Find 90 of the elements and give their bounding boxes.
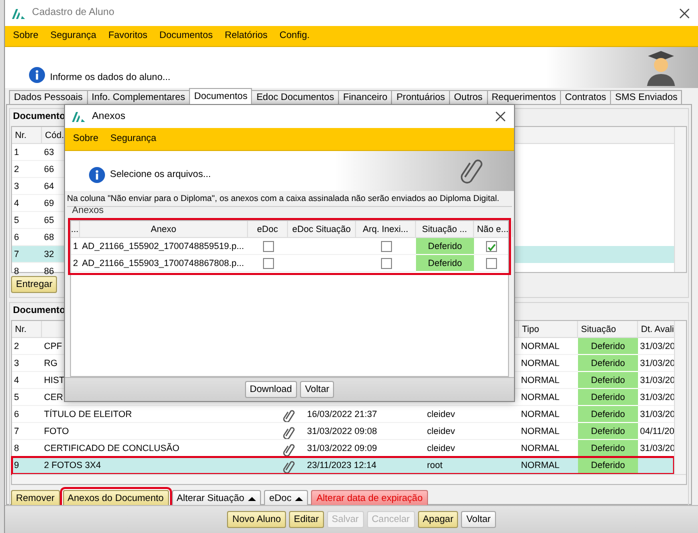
menu-item[interactable]: Config. (280, 30, 310, 42)
table-cell: 6 (12, 406, 42, 423)
checkbox[interactable] (486, 258, 496, 268)
table-cell: AD_21166_155902_1700748859519.p... (80, 238, 248, 255)
status-cell: Deferido (578, 372, 638, 389)
close-icon (495, 111, 506, 122)
button[interactable]: Voltar (300, 381, 334, 398)
check-icon (486, 242, 496, 250)
status-cell: Deferido (578, 355, 638, 372)
button[interactable]: Apagar (418, 511, 458, 528)
table-cell: 4 (12, 372, 42, 389)
table-cell: AD_21166_155903_1700748867808.p... (80, 255, 248, 272)
tab[interactable]: Documentos (189, 88, 252, 104)
status-cell: Deferido (578, 389, 638, 406)
vertical-scrollbar[interactable] (674, 127, 686, 272)
table-cell: 3 (12, 355, 42, 372)
column-header[interactable]: Situação ... (416, 221, 474, 237)
table-cell: cleidev (425, 406, 519, 423)
status-cell: Deferido (578, 423, 638, 440)
info-icon (89, 167, 105, 183)
table-cell: 3 (12, 178, 42, 195)
app-logo-icon (71, 110, 86, 123)
horizontal-scrollbar[interactable] (12, 474, 686, 484)
status-cell: Deferido (416, 238, 474, 255)
table-cell: 7 (12, 423, 42, 440)
table-cell: 2 (71, 255, 80, 272)
table-cell: 5 (12, 212, 42, 229)
table-cell: cleidev (425, 423, 519, 440)
checkbox[interactable] (380, 258, 392, 268)
tab[interactable]: SMS Enviados (610, 90, 682, 104)
table-cell: 2 (12, 338, 42, 355)
note-text: Na coluna "Não enviar para o Diploma", os anexos com a caixa assinalada não serão enviados ao Diploma Digital. (66, 192, 500, 205)
dialog-title: Anexos (92, 110, 126, 122)
app-logo-icon (11, 6, 26, 20)
menu-item[interactable]: Sobre (73, 133, 98, 145)
table-cell: 7 (12, 246, 42, 263)
column-header[interactable]: ... (71, 221, 80, 237)
menu-item[interactable]: Relatórios (224, 30, 268, 42)
table-cell: 31/03/2022 09:08 (305, 423, 425, 440)
menu-item[interactable]: Documentos (159, 30, 213, 42)
info-message: Selecione os arquivos... (110, 169, 211, 181)
group-title: Documento (12, 305, 66, 317)
table-cell: 1 (12, 144, 42, 161)
tab[interactable]: Requerimentos (486, 90, 561, 104)
menu-item[interactable]: Segurança (50, 30, 96, 42)
checkbox[interactable] (262, 258, 274, 268)
status-cell: Deferido (578, 440, 638, 457)
menu-item[interactable]: Favoritos (108, 30, 148, 42)
menu-item[interactable]: Segurança (110, 133, 156, 145)
column-header[interactable]: Nr. (12, 127, 42, 143)
button[interactable]: Novo Aluno (227, 511, 286, 528)
info-icon (29, 67, 45, 83)
column-header[interactable]: eDoc Situação (288, 221, 356, 237)
window-title: Cadastro de Aluno (32, 7, 114, 19)
info-message: Informe os dados do aluno... (50, 72, 170, 83)
checkbox[interactable] (380, 240, 392, 252)
table-cell: FOTO (42, 423, 272, 440)
column-header[interactable]: eDoc (248, 221, 288, 237)
status-cell: Deferido (416, 255, 474, 272)
tab[interactable]: Info. Complementares (86, 90, 190, 104)
table-cell: 4 (12, 195, 42, 212)
column-header[interactable]: Arq. Inexi... (356, 221, 416, 237)
table-cell: 16/03/2022 21:37 (305, 406, 425, 423)
button[interactable]: Editar (288, 511, 324, 528)
button[interactable]: Entregar (11, 276, 58, 293)
group-title: Anexos (71, 205, 104, 217)
column-header[interactable]: Tipo (519, 321, 578, 337)
table-cell: 1 (71, 238, 80, 255)
menu-item[interactable]: Sobre (13, 30, 38, 42)
close-icon (679, 8, 690, 18)
checkbox[interactable] (262, 240, 274, 252)
column-header[interactable]: Situação (578, 321, 638, 337)
vertical-scrollbar[interactable] (674, 321, 686, 474)
column-header[interactable]: Nr. (12, 321, 42, 337)
checkbox[interactable] (486, 240, 496, 252)
table-row[interactable]: 9 2 FOTOS 3X4 23/11/2023 12:14 root NORMAL Deferido (12, 457, 674, 474)
group-title: Documento (12, 111, 66, 123)
table-cell: 2 (12, 161, 42, 178)
table-cell: 5 (12, 389, 42, 406)
table-cell: TÍTULO DE ELEITOR (42, 406, 272, 423)
tab[interactable]: Dados Pessoais (9, 90, 88, 104)
status-cell: Deferido (578, 338, 638, 355)
column-header[interactable]: Anexo (80, 221, 248, 237)
column-header[interactable]: Não e... (474, 221, 513, 237)
graduate-avatar-icon (644, 50, 678, 86)
button[interactable]: Download (244, 381, 297, 398)
status-cell: Deferido (578, 406, 638, 423)
paperclip-icon (460, 156, 484, 184)
status-cell: Deferido (578, 457, 638, 474)
button[interactable]: Voltar (461, 511, 496, 528)
